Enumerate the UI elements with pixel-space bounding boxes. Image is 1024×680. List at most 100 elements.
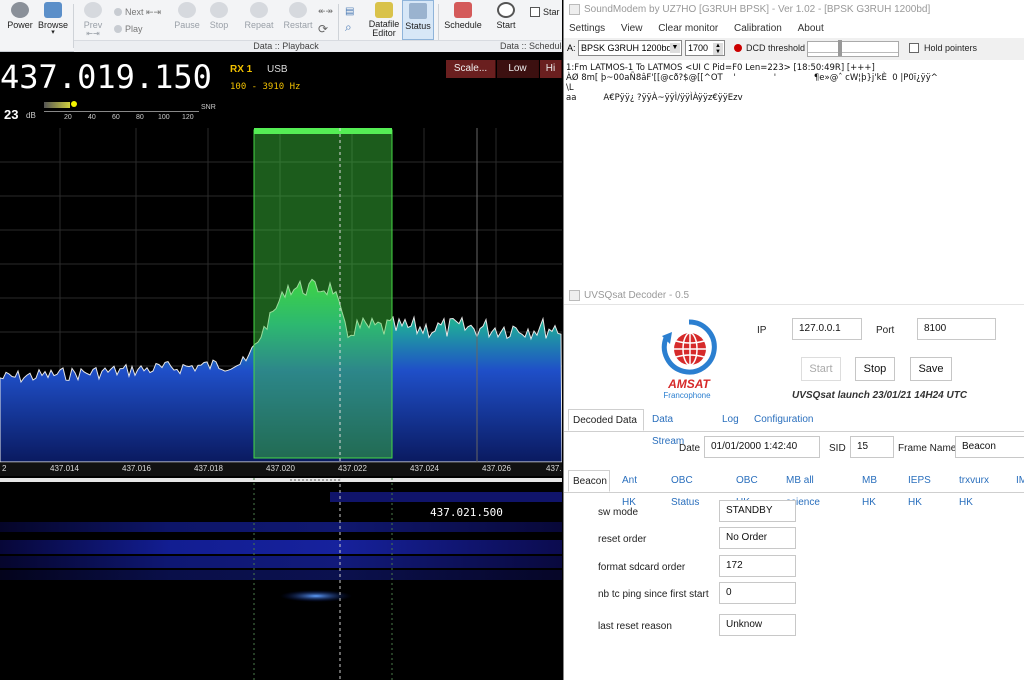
filter-passband[interactable] [253,129,393,459]
snr-label: SNR [201,104,216,111]
tab-configuration[interactable]: Configuration [750,409,817,431]
axis-tick-label: 2 [2,464,7,473]
tab-im[interactable]: IM [1012,470,1024,492]
sdr-console-window: Power Browse ▾ Prev ⇤⇥ Next ⇤⇥ Play Paus… [0,0,562,680]
tab-beacon[interactable]: Beacon [568,470,610,492]
soundmodem-app-icon [569,4,580,15]
browse-button[interactable]: Browse ▾ [36,0,70,40]
modem-select[interactable]: BPSK G3RUH 1200bd ▼ [578,40,682,56]
axis-tick-label: 437.028 [546,464,562,473]
chevron-down-icon: ▼ [670,43,680,53]
browse-icon [44,2,62,18]
menu-settings[interactable]: Settings [569,23,605,34]
monitor-line: aa A€Pÿÿ¿ ?ÿÿÀ~ÿÿÌ/ÿÿÌÀÿÿz€ÿÿEzv [566,93,743,103]
axis-tick-label: 437.026 [482,464,511,473]
restart-button[interactable]: Restart [280,0,316,40]
nb-tc-ping-field[interactable]: 0 [719,582,796,604]
next-icon [114,8,122,16]
center-frequency-spinner[interactable]: 1700 ▲ ▼ [685,40,725,56]
ip-input[interactable]: 127.0.0.1 [792,318,862,340]
logo-text: AMSAT [668,377,710,391]
snr-meter-scale [44,111,199,112]
prev-icon [84,2,102,18]
pause-button[interactable]: Pause [172,0,202,40]
tab-log[interactable]: Log [718,409,743,431]
star-checkbox[interactable]: Star [530,7,560,17]
dcd-threshold-slider[interactable] [807,40,899,57]
sw-mode-field[interactable]: STANDBY [719,500,796,522]
status-button[interactable]: Status [402,0,434,40]
frame-name-field[interactable]: Beacon [955,436,1024,458]
tab-ieps-hk[interactable]: IEPS HK [904,470,935,508]
packet-monitor[interactable]: 1:Fm LATMOS-1 To LATMOS <UI C Pid=F0 Len… [564,60,1024,286]
tab-decoded-data[interactable]: Decoded Data [568,409,644,431]
waterfall-band [0,556,562,568]
menu-clear-monitor[interactable]: Clear monitor [658,23,718,34]
snr-tick: 40 [88,114,96,121]
stop-playback-button[interactable]: Stop [204,0,234,40]
tab-mb-all-science[interactable]: MB all science [782,470,824,508]
sid-field[interactable]: 15 [850,436,894,458]
stop-icon [210,2,228,18]
waterfall-band [0,522,562,532]
magnifier-icon[interactable]: ⌕ [345,20,352,35]
low-button[interactable]: Low [497,60,539,78]
uvsqsat-decoder-window: UVSQsat Decoder - 0.5 AMSAT Francophone … [563,286,1024,680]
field-label: sw mode [598,507,639,518]
menu-about[interactable]: About [798,23,824,34]
tab-ant-hk[interactable]: Ant HK [618,470,641,508]
amsat-globe-icon [661,319,717,375]
schedule-start-button[interactable]: Start [490,0,522,40]
tab-mb-hk[interactable]: MB HK [858,470,881,508]
format-sdcard-order-field[interactable]: 172 [719,555,796,577]
step-icon[interactable]: ↞↠ [318,6,333,17]
schedule-button[interactable]: Schedule [442,0,484,40]
start-icon [497,2,515,18]
start-button[interactable]: Start [801,357,841,381]
stop-button[interactable]: Stop [855,357,895,381]
hold-pointers-checkbox[interactable] [909,43,919,53]
tab-trxvurx-hk[interactable]: trxvurx HK [955,470,993,508]
field-label: last reset reason [598,621,672,632]
receiver-label[interactable]: RX 1 [230,64,252,75]
menu-view[interactable]: View [621,23,643,34]
axis-tick-label: 437.022 [338,464,367,473]
last-reset-reason-field[interactable]: Unknow [719,614,796,636]
play-button[interactable]: Play [114,24,143,34]
soundmodem-titlebar[interactable]: SoundModem by UZ7HO [G3RUH BPSK] - Ver 1… [564,0,1024,19]
date-label: Date [679,443,701,454]
refresh-icon[interactable]: ⟳ [318,22,328,36]
filter-icon[interactable]: ▤ [345,6,354,17]
datafile-editor-button[interactable]: Datafile Editor [364,0,404,40]
decoder-titlebar[interactable]: UVSQsat Decoder - 0.5 [564,286,1024,305]
waterfall-band [330,492,562,502]
save-button[interactable]: Save [910,357,952,381]
mode-label[interactable]: USB [267,64,288,75]
snr-tick: 60 [112,114,120,121]
port-input[interactable]: 8100 [917,318,996,340]
menu-calibration[interactable]: Calibration [734,23,782,34]
restart-icon [289,2,307,18]
axis-tick-label: 437.014 [50,464,79,473]
frequency-readout[interactable]: 437.019.150 [0,58,212,96]
frequency-display-panel: 437.019.150 RX 1 USB 100 - 3910 Hz 23 dB… [0,52,562,128]
prev-button[interactable]: Prev ⇤⇥ [78,0,108,40]
slider-thumb[interactable] [838,40,842,56]
schedule-group-label: Data :: Schedule [498,40,562,52]
repeat-button[interactable]: Repeat [240,0,278,40]
waterfall-band [0,570,562,580]
filter-passband-handle[interactable] [254,128,392,134]
slider-track [808,52,898,53]
scale-button[interactable]: Scale... [446,60,496,78]
date-field[interactable]: 01/01/2000 1:42:40 [704,436,820,458]
hi-button[interactable]: Hi [540,60,562,78]
axis-tick-label: 437.016 [122,464,151,473]
spectrum-display[interactable] [0,128,562,462]
launch-info: UVSQsat launch 23/01/21 14H24 UTC [792,390,968,401]
tab-obc-status[interactable]: OBC Status [667,470,703,508]
tab-data-stream[interactable]: Data Stream [648,409,688,447]
next-button[interactable]: Next ⇤⇥ [114,7,161,18]
power-button[interactable]: Power [4,0,36,40]
tab-obc-hk[interactable]: OBC HK [732,470,762,508]
reset-order-field[interactable]: No Order [719,527,796,549]
